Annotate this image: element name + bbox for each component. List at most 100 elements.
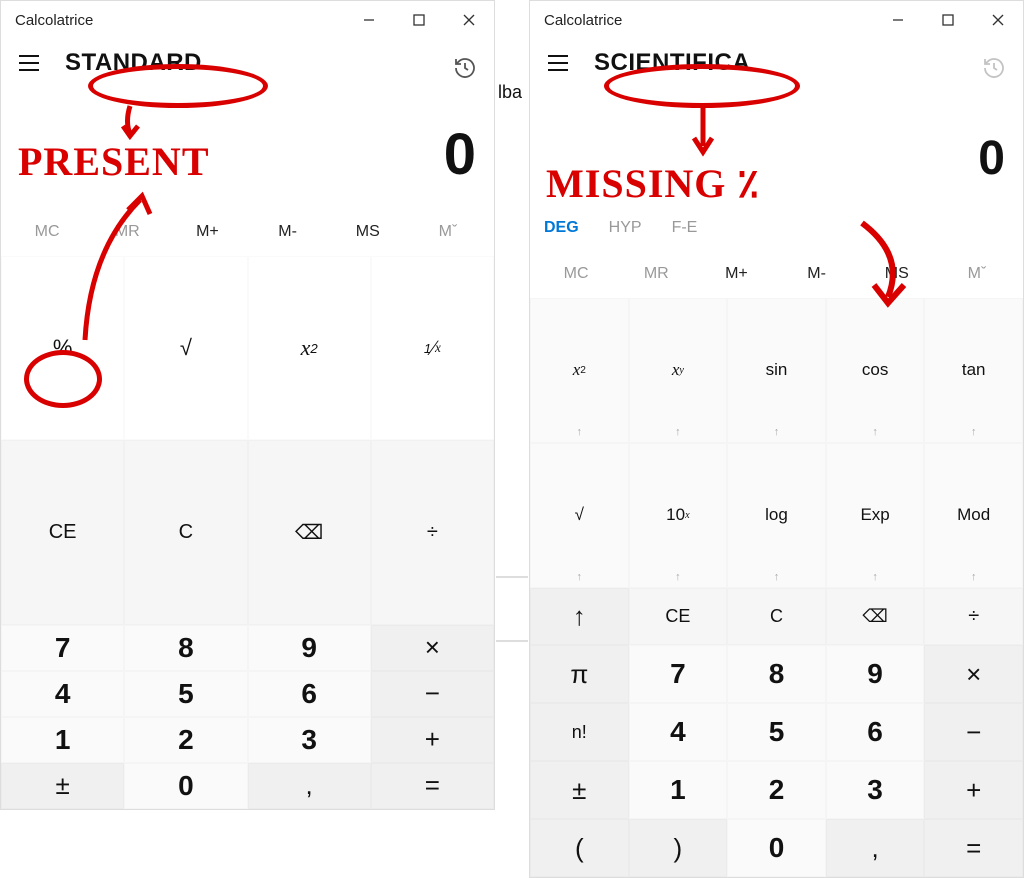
multiply-button[interactable]: × [924, 645, 1023, 703]
sci-numpad: ↑ CE C ⌫ ÷ π 7 8 9 × n! 4 5 6 − ± 1 2 3 … [530, 588, 1023, 878]
menu-icon[interactable] [15, 49, 43, 77]
digit-0[interactable]: 0 [124, 763, 247, 809]
sci-func-grid: x2↑ xy↑ sin↑ cos↑ tan↑ √↑ 10x↑ log↑ Exp↑… [530, 298, 1023, 588]
digit-3[interactable]: 3 [248, 717, 371, 763]
mem-mr[interactable]: MR [616, 265, 696, 283]
sign-button[interactable]: ± [530, 761, 629, 819]
lparen-button[interactable]: ( [530, 819, 629, 877]
digit-7[interactable]: 7 [1, 625, 124, 671]
close-button[interactable] [444, 1, 494, 39]
sqrt-button[interactable]: √ [124, 256, 247, 440]
mod-button[interactable]: Mod↑ [924, 443, 1023, 588]
minus-button[interactable]: − [371, 671, 494, 717]
mem-ms[interactable]: MS [857, 265, 937, 283]
mem-mplus[interactable]: M+ [167, 223, 247, 241]
multiply-button[interactable]: × [371, 625, 494, 671]
plus-button[interactable]: + [924, 761, 1023, 819]
digit-5[interactable]: 5 [124, 671, 247, 717]
rparen-button[interactable]: ) [629, 819, 728, 877]
digit-2[interactable]: 2 [124, 717, 247, 763]
c-button[interactable]: C [124, 440, 247, 624]
fe-mode[interactable]: F-E [672, 219, 698, 237]
square-button[interactable]: x2 [248, 256, 371, 440]
digit-4[interactable]: 4 [629, 703, 728, 761]
menu-icon[interactable] [544, 49, 572, 77]
mem-ms[interactable]: MS [328, 223, 408, 241]
digit-7[interactable]: 7 [629, 645, 728, 703]
header-row: STANDARD [1, 39, 494, 81]
plus-button[interactable]: + [371, 717, 494, 763]
mem-mlist[interactable]: Mˇ [937, 265, 1017, 283]
edit-row: CE C ⌫ ÷ [1, 440, 494, 624]
x2-button[interactable]: x2↑ [530, 298, 629, 443]
equals-button[interactable]: = [924, 819, 1023, 877]
digit-1[interactable]: 1 [629, 761, 728, 819]
calculator-window-scientific: Calcolatrice SCIENTIFICA 0 DEG HYP F-E M… [529, 0, 1024, 878]
tenx-button[interactable]: 10x↑ [629, 443, 728, 588]
equals-button[interactable]: = [371, 763, 494, 809]
mem-mlist[interactable]: Mˇ [408, 223, 488, 241]
digit-8[interactable]: 8 [124, 625, 247, 671]
memory-row: MC MR M+ M- MS Mˇ [1, 208, 494, 256]
mem-mminus[interactable]: M- [777, 265, 857, 283]
backspace-button[interactable]: ⌫ [826, 588, 925, 646]
shift-button[interactable]: ↑ [530, 588, 629, 646]
divider [496, 640, 528, 642]
decimal-button[interactable]: , [248, 763, 371, 809]
func-row: % √ x2 1∕x [1, 256, 494, 440]
history-icon[interactable] [979, 53, 1009, 83]
divide-button[interactable]: ÷ [924, 588, 1023, 646]
mem-mc[interactable]: MC [536, 265, 616, 283]
hyp-mode[interactable]: HYP [609, 219, 642, 237]
digit-6[interactable]: 6 [248, 671, 371, 717]
window-controls [344, 1, 494, 39]
sin-button[interactable]: sin↑ [727, 298, 826, 443]
backspace-button[interactable]: ⌫ [248, 440, 371, 624]
digit-2[interactable]: 2 [727, 761, 826, 819]
mode-title: STANDARD [65, 49, 202, 77]
digit-6[interactable]: 6 [826, 703, 925, 761]
window-controls [873, 1, 1023, 39]
minimize-button[interactable] [344, 1, 394, 39]
background-text-fragment: lba [498, 82, 522, 103]
header-row: SCIENTIFICA [530, 39, 1023, 81]
sign-button[interactable]: ± [1, 763, 124, 809]
deg-mode[interactable]: DEG [544, 219, 579, 237]
digit-0[interactable]: 0 [727, 819, 826, 877]
mem-mr[interactable]: MR [87, 223, 167, 241]
reciprocal-button[interactable]: 1∕x [371, 256, 494, 440]
exp-button[interactable]: Exp↑ [826, 443, 925, 588]
digit-1[interactable]: 1 [1, 717, 124, 763]
digit-9[interactable]: 9 [248, 625, 371, 671]
divide-button[interactable]: ÷ [371, 440, 494, 624]
mem-mminus[interactable]: M- [248, 223, 328, 241]
maximize-button[interactable] [394, 1, 444, 39]
close-button[interactable] [973, 1, 1023, 39]
c-button[interactable]: C [727, 588, 826, 646]
fact-button[interactable]: n! [530, 703, 629, 761]
mode-title: SCIENTIFICA [594, 49, 750, 77]
window-title: Calcolatrice [15, 12, 93, 29]
maximize-button[interactable] [923, 1, 973, 39]
mem-mc[interactable]: MC [7, 223, 87, 241]
log-button[interactable]: log↑ [727, 443, 826, 588]
decimal-button[interactable]: , [826, 819, 925, 877]
mem-mplus[interactable]: M+ [696, 265, 776, 283]
digit-5[interactable]: 5 [727, 703, 826, 761]
percent-button[interactable]: % [1, 256, 124, 440]
ce-button[interactable]: CE [1, 440, 124, 624]
divider [496, 576, 528, 578]
digit-4[interactable]: 4 [1, 671, 124, 717]
minus-button[interactable]: − [924, 703, 1023, 761]
minimize-button[interactable] [873, 1, 923, 39]
digit-3[interactable]: 3 [826, 761, 925, 819]
cos-button[interactable]: cos↑ [826, 298, 925, 443]
pi-button[interactable]: π [530, 645, 629, 703]
history-icon[interactable] [450, 53, 480, 83]
digit-8[interactable]: 8 [727, 645, 826, 703]
digit-9[interactable]: 9 [826, 645, 925, 703]
xy-button[interactable]: xy↑ [629, 298, 728, 443]
tan-button[interactable]: tan↑ [924, 298, 1023, 443]
sqrt-button[interactable]: √↑ [530, 443, 629, 588]
ce-button[interactable]: CE [629, 588, 728, 646]
